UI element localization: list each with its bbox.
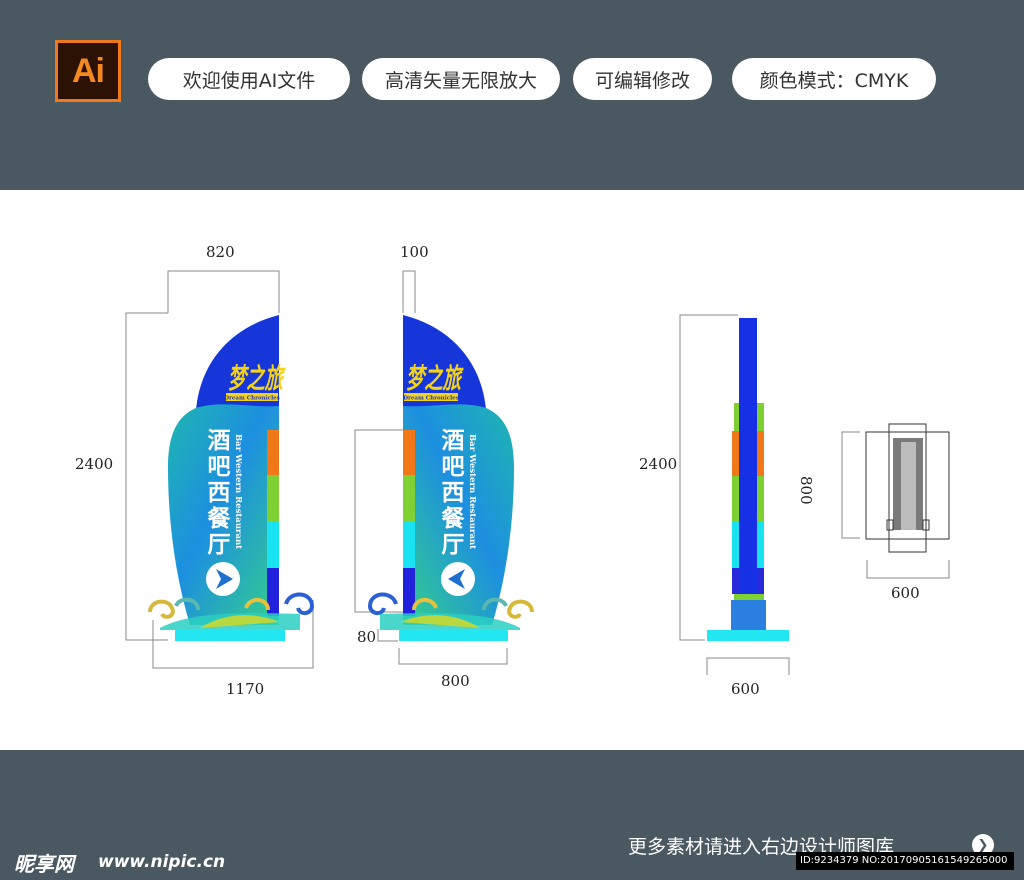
back-bar-cyan (403, 522, 415, 568)
front-brand-en: Dream Chronicles (224, 396, 280, 402)
sign-drawing: 梦之旅 Dream Chronicles 酒 吧 西 餐 厅 Bar Weste… (125, 270, 950, 675)
dim-plan-height: 800 (797, 476, 815, 505)
front-scroll-left (148, 599, 175, 619)
back-view: 梦之旅 Dream Chronicles 酒 吧 西 餐 厅 Bar Weste… (354, 270, 534, 665)
front-title-line-5: 厅 (208, 532, 231, 558)
front-width-dimline (167, 270, 280, 313)
plan-core-light (901, 442, 916, 530)
dim-plan-width: 600 (891, 584, 920, 602)
dim-front-base: 1170 (226, 680, 265, 698)
back-scroll-far-left (367, 592, 398, 615)
back-top-dimline (402, 270, 416, 313)
back-brand-en: Dream Chronicles (403, 396, 459, 402)
side-pillar (739, 318, 757, 594)
back-side-dimline (354, 429, 403, 613)
dim-front-width: 820 (206, 243, 235, 261)
front-brand-cn: 梦之旅 (228, 362, 286, 395)
front-title-line-4: 餐 (208, 506, 232, 532)
back-brand-cn: 梦之旅 (406, 362, 464, 395)
plan-width-dimline (866, 560, 950, 579)
site-logo: 昵享网 (14, 852, 74, 876)
plan-view (841, 423, 950, 579)
dim-back-base-height: 80 (357, 628, 377, 646)
front-title-en: Bar Western Restaurant (233, 434, 243, 549)
dim-side-height: 2400 (639, 455, 678, 473)
front-title-line-2: 吧 (208, 454, 231, 480)
side-view (679, 314, 790, 675)
side-height-dimline (679, 314, 738, 641)
back-title-line-3: 西 (442, 480, 465, 506)
back-title-line-1: 酒 (442, 428, 465, 454)
front-base-plate (175, 629, 285, 641)
back-title-line-5: 厅 (442, 532, 465, 558)
side-base-dimline (706, 657, 790, 675)
front-title-line-1: 酒 (208, 428, 231, 454)
site-url-link[interactable]: www.nipic.cn (98, 852, 225, 872)
front-title-line-3: 西 (208, 480, 231, 506)
dim-front-height: 2400 (75, 455, 114, 473)
back-title-line-4: 餐 (442, 506, 466, 532)
front-bar-cyan (267, 522, 279, 568)
front-bar-green (267, 475, 279, 522)
back-bar-green (403, 475, 415, 522)
front-view: 梦之旅 Dream Chronicles 酒 吧 西 餐 厅 Bar Weste… (125, 270, 315, 669)
back-bar-orange (403, 430, 415, 475)
back-scroll-right (507, 599, 534, 619)
plan-height-dimline (841, 431, 860, 539)
side-base-block (731, 600, 766, 630)
dim-back-top: 100 (400, 243, 429, 261)
front-scroll-far-right (284, 592, 315, 615)
side-band-green-low (734, 594, 764, 600)
side-base-plate (707, 630, 789, 641)
back-title-en: Bar Western Restaurant (467, 434, 477, 549)
back-title-line-2: 吧 (442, 454, 465, 480)
dim-back-base: 800 (441, 672, 470, 690)
plan-foot-left (886, 519, 894, 531)
front-bar-orange (267, 430, 279, 475)
front-height-dimline (125, 312, 168, 641)
dim-side-base: 600 (731, 680, 760, 698)
back-base-plate (399, 629, 508, 641)
back-base-dimline (398, 648, 508, 665)
image-id-label: ID:9234379 NO:20170905161549265000 (796, 852, 1014, 870)
back-base-height-dimline (377, 629, 398, 642)
